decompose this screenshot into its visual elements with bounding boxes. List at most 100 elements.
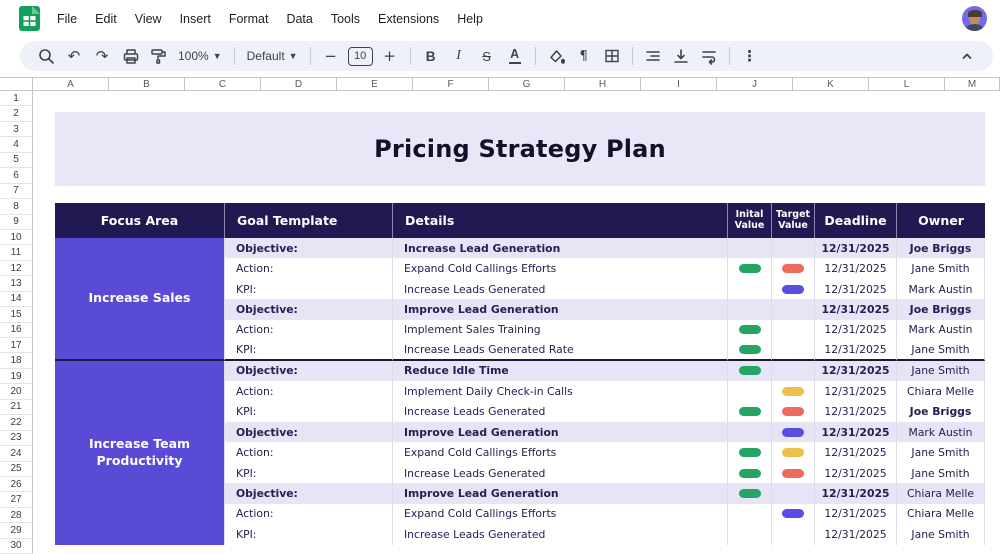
column-header-A[interactable]: A xyxy=(33,77,109,91)
increase-font-size-icon[interactable]: + xyxy=(377,43,403,69)
cell-details[interactable]: Expand Cold Callings Efforts xyxy=(393,258,728,279)
cell-details[interactable]: Improve Lead Generation xyxy=(393,299,728,320)
text-wrap-icon[interactable] xyxy=(696,43,722,69)
header-target-value[interactable]: Target Value xyxy=(772,203,815,238)
cell-inital-value[interactable] xyxy=(728,381,772,402)
cell-target-value[interactable] xyxy=(772,360,815,382)
print-icon[interactable] xyxy=(117,43,143,69)
cell-inital-value[interactable] xyxy=(728,278,772,300)
font-size-input[interactable]: 10 xyxy=(347,46,373,66)
cell-deadline[interactable]: 12/31/2025 xyxy=(815,360,897,382)
cell-inital-value[interactable] xyxy=(728,401,772,422)
cell-goal-label[interactable]: Objective: xyxy=(225,421,393,443)
cell-owner[interactable]: Chiara Melle xyxy=(897,381,985,402)
header-details[interactable]: Details xyxy=(393,203,728,238)
cell-owner[interactable]: Jane Smith xyxy=(897,360,985,382)
cell-owner[interactable]: Mark Austin xyxy=(897,319,985,341)
cell-target-value[interactable] xyxy=(772,503,815,525)
header-owner[interactable]: Owner xyxy=(897,203,985,238)
cell-details[interactable]: Expand Cold Callings Efforts xyxy=(393,503,728,525)
row-header-23[interactable]: 23 xyxy=(0,430,33,447)
select-all-corner[interactable] xyxy=(0,77,33,91)
row-header-3[interactable]: 3 xyxy=(0,121,33,138)
cell-goal-label[interactable]: KPI: xyxy=(225,278,393,300)
cell-target-value[interactable] xyxy=(772,299,815,320)
cell-details[interactable]: Improve Lead Generation xyxy=(393,483,728,504)
decrease-font-size-icon[interactable]: − xyxy=(318,43,344,69)
column-header-B[interactable]: B xyxy=(109,77,185,91)
row-header-7[interactable]: 7 xyxy=(0,183,33,200)
cell-target-value[interactable] xyxy=(772,483,815,504)
row-header-14[interactable]: 14 xyxy=(0,291,33,308)
collapse-toolbar-icon[interactable] xyxy=(954,43,980,69)
cell-inital-value[interactable] xyxy=(728,524,772,545)
cell-inital-value[interactable] xyxy=(728,340,772,361)
cell-goal-label[interactable]: KPI: xyxy=(225,524,393,545)
cell-goal-label[interactable]: Action: xyxy=(225,258,393,279)
cell-target-value[interactable] xyxy=(772,524,815,545)
cell-goal-label[interactable]: Objective: xyxy=(225,299,393,320)
menu-insert[interactable]: Insert xyxy=(171,8,220,30)
cell-deadline[interactable]: 12/31/2025 xyxy=(815,442,897,463)
row-header-26[interactable]: 26 xyxy=(0,476,33,493)
column-header-G[interactable]: G xyxy=(489,77,565,91)
row-header-4[interactable]: 4 xyxy=(0,137,33,153)
cell-goal-label[interactable]: Action: xyxy=(225,503,393,525)
row-header-5[interactable]: 5 xyxy=(0,152,33,169)
row-header-15[interactable]: 15 xyxy=(0,307,33,323)
cell-inital-value[interactable] xyxy=(728,442,772,463)
cell-deadline[interactable]: 12/31/2025 xyxy=(815,483,897,504)
fill-color-icon[interactable] xyxy=(543,43,569,69)
menu-tools[interactable]: Tools xyxy=(322,8,369,30)
row-header-20[interactable]: 20 xyxy=(0,384,33,400)
row-header-9[interactable]: 9 xyxy=(0,214,33,230)
cell-owner[interactable]: Mark Austin xyxy=(897,421,985,443)
row-header-28[interactable]: 28 xyxy=(0,507,33,524)
cell-deadline[interactable]: 12/31/2025 xyxy=(815,238,897,259)
header-goal-template[interactable]: Goal Template xyxy=(225,203,393,238)
cell-goal-label[interactable]: KPI: xyxy=(225,462,393,484)
bold-icon[interactable]: B xyxy=(418,43,444,69)
menu-file[interactable]: File xyxy=(48,8,86,30)
cell-goal-label[interactable]: Objective: xyxy=(225,360,393,382)
row-header-21[interactable]: 21 xyxy=(0,399,33,416)
cell-owner[interactable]: Jane Smith xyxy=(897,442,985,463)
cell-owner[interactable]: Joe Briggs xyxy=(897,238,985,259)
cell-inital-value[interactable] xyxy=(728,421,772,443)
cell-inital-value[interactable] xyxy=(728,360,772,382)
cell-deadline[interactable]: 12/31/2025 xyxy=(815,462,897,484)
column-header-D[interactable]: D xyxy=(261,77,337,91)
cell-details[interactable]: Implement Sales Training xyxy=(393,319,728,341)
cell-deadline[interactable]: 12/31/2025 xyxy=(815,524,897,545)
cell-inital-value[interactable] xyxy=(728,503,772,525)
cell-details[interactable]: Implement Daily Check-in Calls xyxy=(393,381,728,402)
row-header-17[interactable]: 17 xyxy=(0,338,33,354)
column-header-J[interactable]: J xyxy=(717,77,793,91)
cell-goal-label[interactable]: KPI: xyxy=(225,401,393,422)
cell-owner[interactable]: Jane Smith xyxy=(897,524,985,545)
row-header-13[interactable]: 13 xyxy=(0,276,33,292)
row-header-8[interactable]: 8 xyxy=(0,199,33,215)
menu-edit[interactable]: Edit xyxy=(86,8,126,30)
header-focus-area[interactable]: Focus Area xyxy=(55,203,225,238)
account-avatar[interactable] xyxy=(962,6,987,31)
row-header-12[interactable]: 12 xyxy=(0,260,33,277)
column-header-H[interactable]: H xyxy=(565,77,641,91)
paint-format-icon[interactable] xyxy=(145,43,171,69)
more-options-icon[interactable]: ⋮ xyxy=(737,43,763,69)
row-header-1[interactable]: 1 xyxy=(0,91,33,107)
header-deadline[interactable]: Deadline xyxy=(815,203,897,238)
cell-target-value[interactable] xyxy=(772,278,815,300)
cell-deadline[interactable]: 12/31/2025 xyxy=(815,503,897,525)
zoom-select[interactable]: 100% ▼ xyxy=(172,49,228,63)
column-header-I[interactable]: I xyxy=(641,77,717,91)
row-header-24[interactable]: 24 xyxy=(0,446,33,462)
cell-deadline[interactable]: 12/31/2025 xyxy=(815,381,897,402)
row-header-22[interactable]: 22 xyxy=(0,415,33,431)
cell-goal-label[interactable]: Action: xyxy=(225,381,393,402)
cell-owner[interactable]: Mark Austin xyxy=(897,278,985,300)
menu-extensions[interactable]: Extensions xyxy=(369,8,448,30)
menu-format[interactable]: Format xyxy=(220,8,278,30)
cell-owner[interactable]: Joe Briggs xyxy=(897,401,985,422)
cell-deadline[interactable]: 12/31/2025 xyxy=(815,340,897,361)
